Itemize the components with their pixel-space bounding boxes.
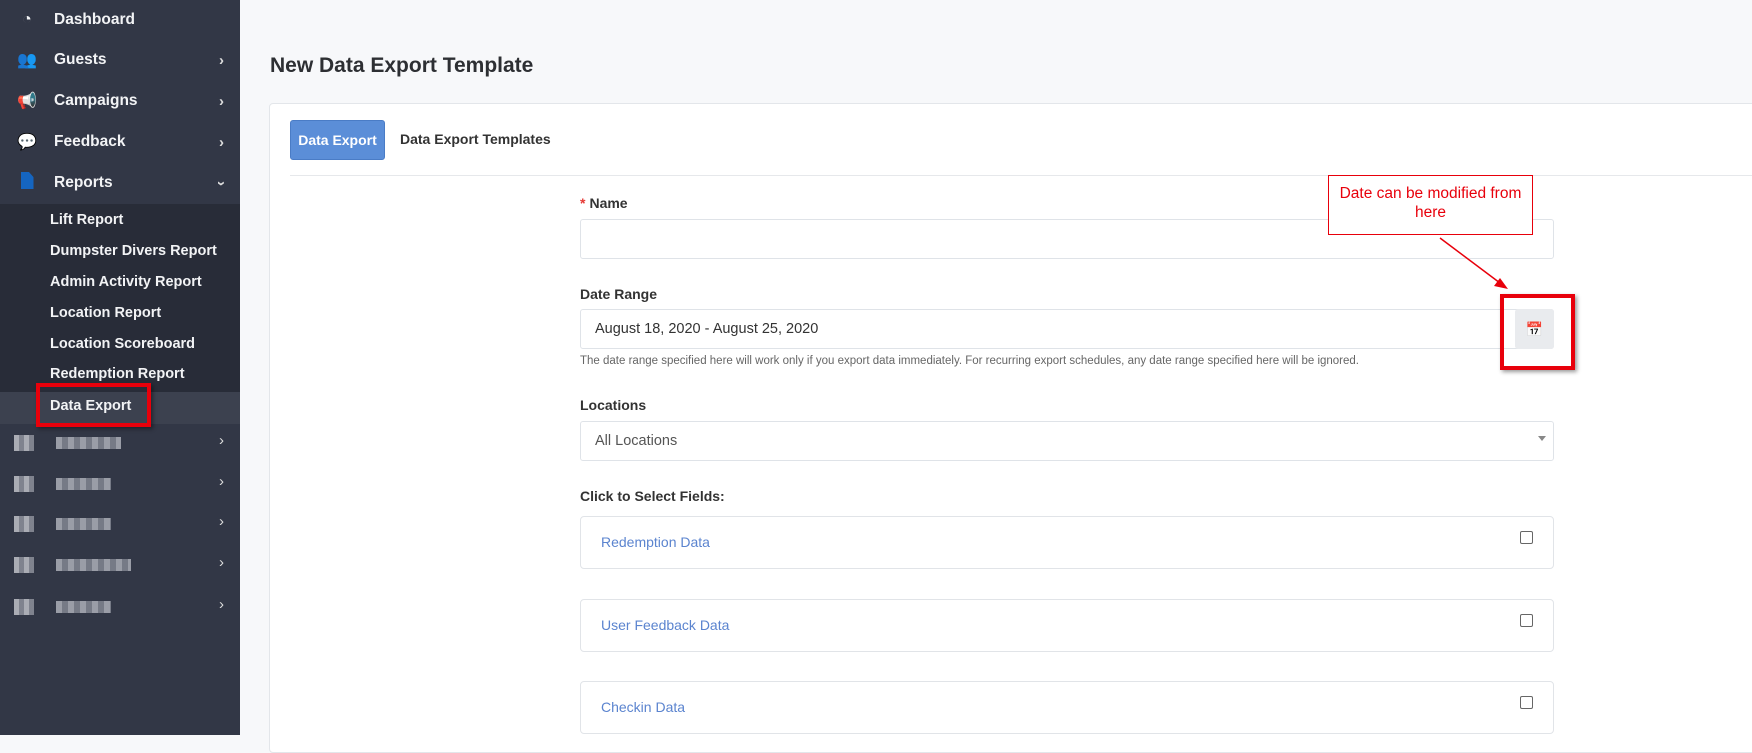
page-title: New Data Export Template [270,54,534,77]
sidebar-item-feedback[interactable]: 💬 Feedback › [0,124,240,160]
submenu-dumpster-divers-report[interactable]: Dumpster Divers Report [50,243,217,259]
dashboard-icon: ◔ [22,11,32,28]
chevron-right-icon: › [219,133,224,151]
locations-label: Locations [580,397,647,413]
users-icon: 👥 [17,52,37,69]
sidebar-item-dashboard[interactable]: ◔ Dashboard [0,2,240,38]
chevron-right-icon: › [219,432,224,449]
date-range-label: Date Range [580,286,658,302]
chevron-down-icon: › [213,180,230,186]
blurred-icon [14,516,34,532]
sidebar-item-blurred[interactable] [14,516,111,532]
highlight-box [36,383,151,427]
submenu-admin-activity-report[interactable]: Admin Activity Report [50,274,202,290]
sidebar-item-blurred[interactable] [14,599,111,615]
field-checkin-data[interactable]: Checkin Data [580,681,1554,734]
field-label[interactable]: Redemption Data [601,534,710,550]
sidebar-item-blurred[interactable] [14,557,131,573]
submenu-redemption-report[interactable]: Redemption Report [50,366,185,382]
date-range-help: The date range specified here will work … [580,355,1360,367]
sidebar-item-reports[interactable]: Reports › [0,165,240,201]
sidebar-item-blurred[interactable] [14,476,111,492]
name-label: * Name [580,195,628,211]
tab-data-export[interactable]: Data Export [290,120,385,160]
chevron-right-icon: › [219,596,224,613]
blurred-label [56,437,121,449]
sidebar-item-blurred[interactable] [14,435,121,451]
submenu-location-report[interactable]: Location Report [50,305,161,321]
field-user-feedback-data[interactable]: User Feedback Data [580,599,1554,652]
locations-select[interactable]: All Locations [580,421,1554,461]
sidebar-item-label: Reports [54,174,113,191]
submenu-lift-report[interactable]: Lift Report [50,212,123,228]
chevron-right-icon: › [219,51,224,69]
submenu-location-scoreboard[interactable]: Location Scoreboard [50,336,195,352]
sidebar-item-guests[interactable]: 👥 Guests › [0,42,240,78]
blurred-label [56,601,111,613]
sidebar-item-label: Campaigns [54,92,138,109]
fields-label: Click to Select Fields: [580,488,725,504]
blurred-icon [14,435,34,451]
comment-icon: 💬 [17,134,37,151]
sidebar-item-label: Guests [54,51,107,68]
field-label[interactable]: Checkin Data [601,699,685,715]
checkbox[interactable] [1520,614,1533,627]
checkbox[interactable] [1520,531,1533,544]
checkbox[interactable] [1520,696,1533,709]
blurred-icon [14,476,34,492]
annotation-callout: Date can be modified from here [1328,175,1533,235]
chevron-right-icon: › [219,92,224,110]
field-redemption-data[interactable]: Redemption Data [580,516,1554,569]
sidebar-item-label: Dashboard [54,11,135,28]
date-range-input[interactable]: August 18, 2020 - August 25, 2020 [580,309,1554,349]
megaphone-icon: 📢 [17,93,37,110]
sidebar: ◔ Dashboard 👥 Guests › 📢 Campaigns › 💬 Feedbac… [0,0,240,735]
file-icon [14,172,40,194]
field-label[interactable]: User Feedback Data [601,617,729,633]
tab-data-export-templates[interactable]: Data Export Templates [400,131,551,147]
highlight-box [1500,294,1575,370]
name-label-text: Name [589,195,628,211]
blurred-icon [14,599,34,615]
sidebar-item-label: Feedback [54,133,126,150]
chevron-right-icon: › [219,473,224,490]
chevron-right-icon: › [219,554,224,571]
blurred-label [56,559,131,571]
required-mark: * [580,195,586,211]
blurred-label [56,478,111,490]
blurred-label [56,518,111,530]
chevron-right-icon: › [219,513,224,530]
caret-down-icon [1538,436,1546,441]
blurred-icon [14,557,34,573]
sidebar-item-campaigns[interactable]: 📢 Campaigns › [0,83,240,119]
